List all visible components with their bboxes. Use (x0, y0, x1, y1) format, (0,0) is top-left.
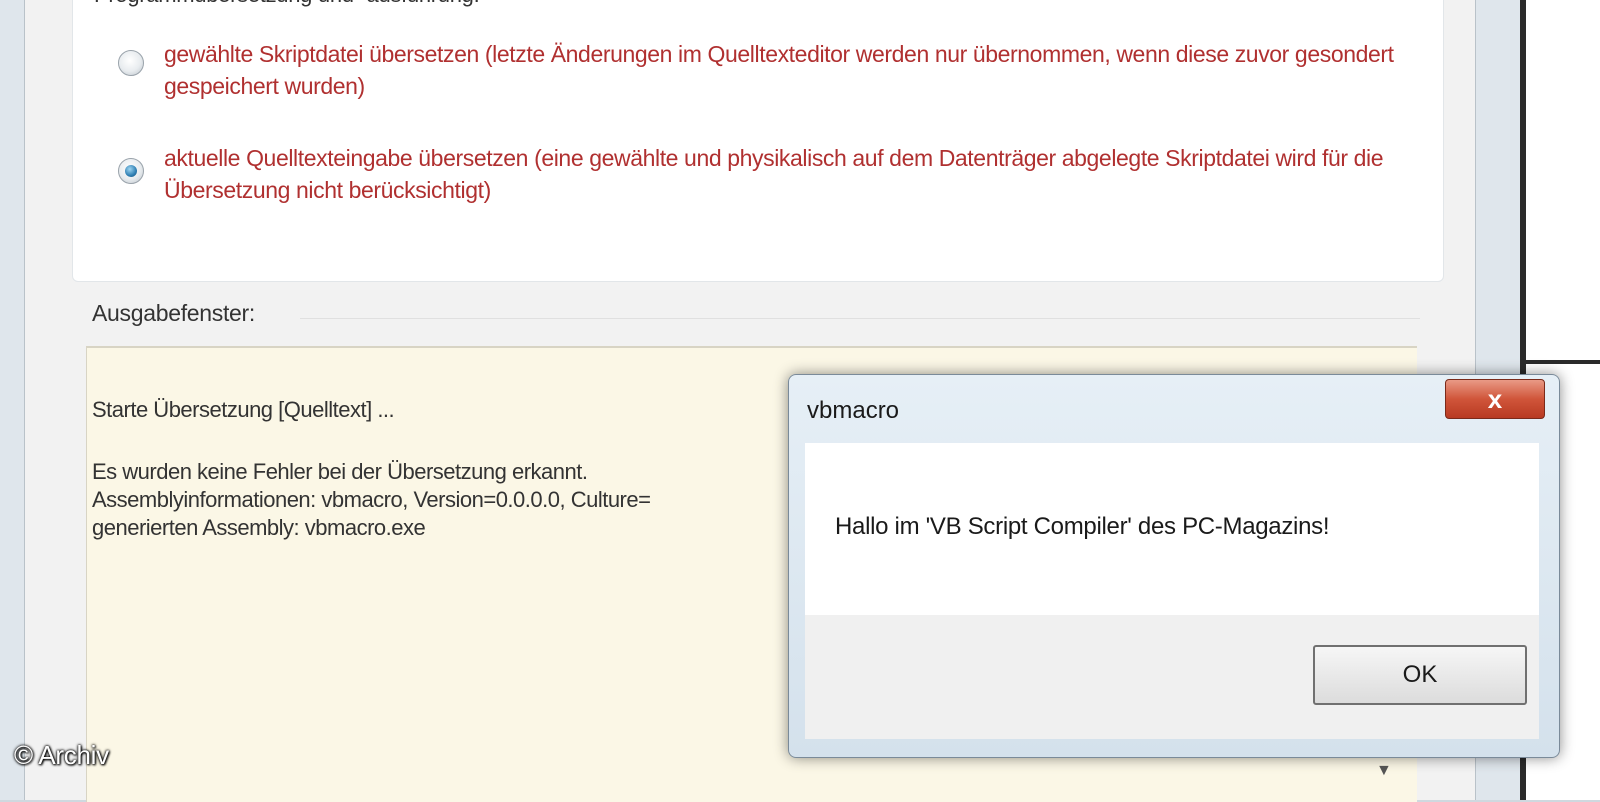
dialog-close-button[interactable]: x (1445, 379, 1545, 419)
dialog-footer: OK (805, 615, 1539, 739)
radio-compile-source-label[interactable]: aktuelle Quelltexteingabe übersetzen (ei… (164, 142, 1404, 206)
copyright-watermark: © Archiv (14, 740, 109, 770)
ok-button[interactable]: OK (1313, 645, 1527, 705)
radio-compile-file-label[interactable]: gewählte Skriptdatei übersetzen (letzte … (164, 38, 1404, 102)
dialog-title: vbmacro (807, 397, 900, 424)
radio-compile-file-circle[interactable] (118, 50, 144, 76)
output-line: Es wurden keine Fehler bei der Übersetzu… (92, 459, 588, 484)
message-dialog: vbmacro x Hallo im 'VB Script Compiler' … (788, 374, 1560, 758)
background-divider (1526, 360, 1600, 364)
close-icon: x (1487, 384, 1503, 414)
output-line: Assemblyinformationen: vbmacro, Version=… (92, 487, 651, 512)
output-line: Starte Übersetzung [Quelltext] ... (92, 397, 395, 422)
radio-compile-source-circle[interactable] (118, 158, 144, 184)
output-separator (300, 318, 1420, 319)
dialog-content: Hallo im 'VB Script Compiler' des PC-Mag… (805, 443, 1539, 615)
options-group-caption: Programmübersetzung und -ausführung: (94, 0, 480, 8)
dialog-message: Hallo im 'VB Script Compiler' des PC-Mag… (835, 513, 1330, 540)
output-window-label: Ausgabefenster: (92, 300, 256, 326)
scroll-down-arrow-icon[interactable]: ▼ (1376, 762, 1392, 780)
output-line: generierten Assembly: vbmacro.exe (92, 515, 426, 540)
